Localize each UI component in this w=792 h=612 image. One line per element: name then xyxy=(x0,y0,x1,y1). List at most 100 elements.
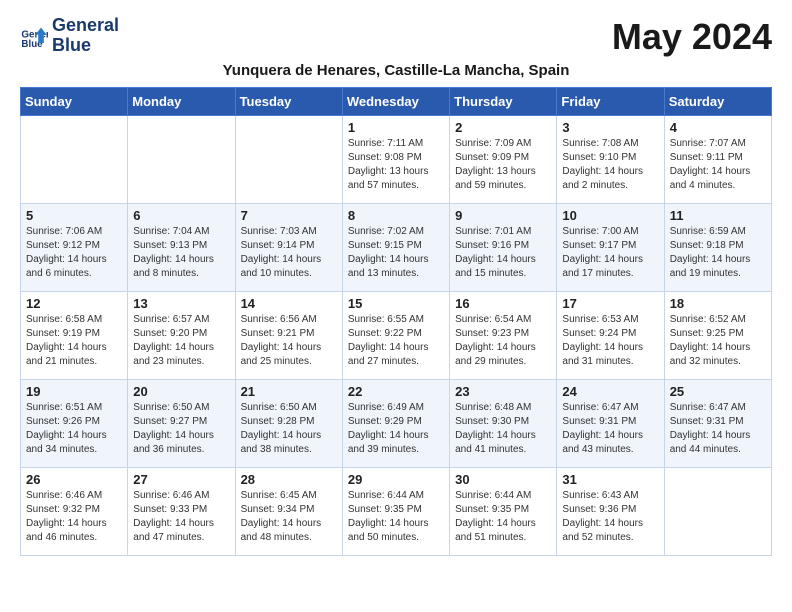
day-info: Sunrise: 6:45 AM Sunset: 9:34 PM Dayligh… xyxy=(241,489,337,545)
weekday-header-tuesday: Tuesday xyxy=(235,88,342,116)
day-number: 31 xyxy=(562,472,658,487)
day-number: 4 xyxy=(670,120,766,135)
calendar-cell: 13Sunrise: 6:57 AM Sunset: 9:20 PM Dayli… xyxy=(128,292,235,380)
calendar-cell: 3 Sunrise: 7:08 AM Sunset: 9:10 PM Daylig… xyxy=(557,116,664,204)
day-number: 25 xyxy=(670,384,766,399)
calendar-cell: 4 Sunrise: 7:07 AM Sunset: 9:11 PM Daylig… xyxy=(664,116,771,204)
day-number: 23 xyxy=(455,384,551,399)
day-info: Sunrise: 6:56 AM Sunset: 9:21 PM Dayligh… xyxy=(241,313,337,369)
calendar-cell: 18 Sunrise: 6:52 AM Sunset: 9:25 PM Dayli… xyxy=(664,292,771,380)
day-number: 15 xyxy=(348,296,444,311)
weekday-header-sunday: Sunday xyxy=(21,88,128,116)
day-number: 29 xyxy=(348,472,444,487)
page-header: General Blue General Blue May 2024 xyxy=(20,16,772,58)
week-row-5: 26Sunrise: 6:46 AM Sunset: 9:32 PM Dayli… xyxy=(21,468,772,556)
day-info: Sunrise: 6:44 AM Sunset: 9:35 PM Dayligh… xyxy=(455,489,551,545)
calendar-table: SundayMondayTuesdayWednesdayThursdayFrid… xyxy=(20,87,772,556)
day-info: Sunrise: 6:46 AM Sunset: 9:32 PM Dayligh… xyxy=(26,489,122,545)
day-info: Sunrise: 7:06 AM Sunset: 9:12 PM Dayligh… xyxy=(26,225,122,281)
day-info: Sunrise: 6:50 AM Sunset: 9:27 PM Dayligh… xyxy=(133,401,229,457)
day-info: Sunrise: 6:44 AM Sunset: 9:35 PM Dayligh… xyxy=(348,489,444,545)
week-row-3: 12Sunrise: 6:58 AM Sunset: 9:19 PM Dayli… xyxy=(21,292,772,380)
day-number: 14 xyxy=(241,296,337,311)
day-info: Sunrise: 7:08 AM Sunset: 9:10 PM Dayligh… xyxy=(562,137,658,193)
day-number: 21 xyxy=(241,384,337,399)
day-number: 20 xyxy=(133,384,229,399)
day-info: Sunrise: 6:55 AM Sunset: 9:22 PM Dayligh… xyxy=(348,313,444,369)
day-number: 24 xyxy=(562,384,658,399)
weekday-header-wednesday: Wednesday xyxy=(342,88,449,116)
calendar-cell: 1Sunrise: 7:11 AM Sunset: 9:08 PM Daylig… xyxy=(342,116,449,204)
calendar-cell: 12Sunrise: 6:58 AM Sunset: 9:19 PM Dayli… xyxy=(21,292,128,380)
day-number: 7 xyxy=(241,208,337,223)
day-number: 9 xyxy=(455,208,551,223)
day-info: Sunrise: 6:51 AM Sunset: 9:26 PM Dayligh… xyxy=(26,401,122,457)
logo-text-line2: Blue xyxy=(52,36,119,56)
calendar-cell: 11 Sunrise: 6:59 AM Sunset: 9:18 PM Dayli… xyxy=(664,204,771,292)
day-info: Sunrise: 6:52 AM Sunset: 9:25 PM Dayligh… xyxy=(670,313,766,369)
day-number: 27 xyxy=(133,472,229,487)
day-info: Sunrise: 6:58 AM Sunset: 9:19 PM Dayligh… xyxy=(26,313,122,369)
calendar-cell: 28 Sunrise: 6:45 AM Sunset: 9:34 PM Dayli… xyxy=(235,468,342,556)
day-info: Sunrise: 6:59 AM Sunset: 9:18 PM Dayligh… xyxy=(670,225,766,281)
calendar-cell: 27Sunrise: 6:46 AM Sunset: 9:33 PM Dayli… xyxy=(128,468,235,556)
calendar-cell: 5 Sunrise: 7:06 AM Sunset: 9:12 PM Daylig… xyxy=(21,204,128,292)
day-number: 1 xyxy=(348,120,444,135)
day-info: Sunrise: 7:00 AM Sunset: 9:17 PM Dayligh… xyxy=(562,225,658,281)
calendar-cell: 14 Sunrise: 6:56 AM Sunset: 9:21 PM Dayli… xyxy=(235,292,342,380)
calendar-cell: 24 Sunrise: 6:47 AM Sunset: 9:31 PM Dayli… xyxy=(557,380,664,468)
day-number: 3 xyxy=(562,120,658,135)
calendar-cell: 22 Sunrise: 6:49 AM Sunset: 9:29 PM Dayli… xyxy=(342,380,449,468)
day-number: 8 xyxy=(348,208,444,223)
day-number: 28 xyxy=(241,472,337,487)
day-number: 10 xyxy=(562,208,658,223)
calendar-cell: 10 Sunrise: 7:00 AM Sunset: 9:17 PM Dayli… xyxy=(557,204,664,292)
calendar-cell: 21Sunrise: 6:50 AM Sunset: 9:28 PM Dayli… xyxy=(235,380,342,468)
month-title: May 2024 xyxy=(612,16,772,58)
calendar-cell: 26Sunrise: 6:46 AM Sunset: 9:32 PM Dayli… xyxy=(21,468,128,556)
calendar-cell: 9 Sunrise: 7:01 AM Sunset: 9:16 PM Daylig… xyxy=(450,204,557,292)
calendar-cell: 19 Sunrise: 6:51 AM Sunset: 9:26 PM Dayli… xyxy=(21,380,128,468)
day-info: Sunrise: 6:47 AM Sunset: 9:31 PM Dayligh… xyxy=(562,401,658,457)
location-title: Yunquera de Henares, Castille-La Mancha,… xyxy=(20,62,772,79)
week-row-1: 1Sunrise: 7:11 AM Sunset: 9:08 PM Daylig… xyxy=(21,116,772,204)
calendar-cell xyxy=(664,468,771,556)
day-info: Sunrise: 7:07 AM Sunset: 9:11 PM Dayligh… xyxy=(670,137,766,193)
day-number: 5 xyxy=(26,208,122,223)
day-number: 30 xyxy=(455,472,551,487)
weekday-header-saturday: Saturday xyxy=(664,88,771,116)
calendar-cell: 6Sunrise: 7:04 AM Sunset: 9:13 PM Daylig… xyxy=(128,204,235,292)
day-number: 18 xyxy=(670,296,766,311)
day-number: 13 xyxy=(133,296,229,311)
calendar-cell: 2Sunrise: 7:09 AM Sunset: 9:09 PM Daylig… xyxy=(450,116,557,204)
day-number: 16 xyxy=(455,296,551,311)
calendar-cell: 23Sunrise: 6:48 AM Sunset: 9:30 PM Dayli… xyxy=(450,380,557,468)
calendar-cell xyxy=(21,116,128,204)
calendar-cell: 7 Sunrise: 7:03 AM Sunset: 9:14 PM Daylig… xyxy=(235,204,342,292)
day-number: 17 xyxy=(562,296,658,311)
logo: General Blue General Blue xyxy=(20,16,119,56)
day-number: 22 xyxy=(348,384,444,399)
day-info: Sunrise: 6:47 AM Sunset: 9:31 PM Dayligh… xyxy=(670,401,766,457)
week-row-4: 19 Sunrise: 6:51 AM Sunset: 9:26 PM Dayli… xyxy=(21,380,772,468)
calendar-cell xyxy=(235,116,342,204)
calendar-cell: 29 Sunrise: 6:44 AM Sunset: 9:35 PM Dayli… xyxy=(342,468,449,556)
weekday-header-thursday: Thursday xyxy=(450,88,557,116)
calendar-cell: 17 Sunrise: 6:53 AM Sunset: 9:24 PM Dayli… xyxy=(557,292,664,380)
day-number: 6 xyxy=(133,208,229,223)
day-number: 19 xyxy=(26,384,122,399)
weekday-header-row: SundayMondayTuesdayWednesdayThursdayFrid… xyxy=(21,88,772,116)
day-info: Sunrise: 6:43 AM Sunset: 9:36 PM Dayligh… xyxy=(562,489,658,545)
day-info: Sunrise: 7:03 AM Sunset: 9:14 PM Dayligh… xyxy=(241,225,337,281)
day-info: Sunrise: 6:53 AM Sunset: 9:24 PM Dayligh… xyxy=(562,313,658,369)
day-number: 11 xyxy=(670,208,766,223)
day-info: Sunrise: 6:49 AM Sunset: 9:29 PM Dayligh… xyxy=(348,401,444,457)
calendar-cell: 30 Sunrise: 6:44 AM Sunset: 9:35 PM Dayli… xyxy=(450,468,557,556)
day-info: Sunrise: 7:01 AM Sunset: 9:16 PM Dayligh… xyxy=(455,225,551,281)
calendar-cell: 25 Sunrise: 6:47 AM Sunset: 9:31 PM Dayli… xyxy=(664,380,771,468)
calendar-cell xyxy=(128,116,235,204)
day-info: Sunrise: 7:02 AM Sunset: 9:15 PM Dayligh… xyxy=(348,225,444,281)
calendar-cell: 15 Sunrise: 6:55 AM Sunset: 9:22 PM Dayli… xyxy=(342,292,449,380)
week-row-2: 5 Sunrise: 7:06 AM Sunset: 9:12 PM Daylig… xyxy=(21,204,772,292)
logo-text-line1: General xyxy=(52,16,119,36)
